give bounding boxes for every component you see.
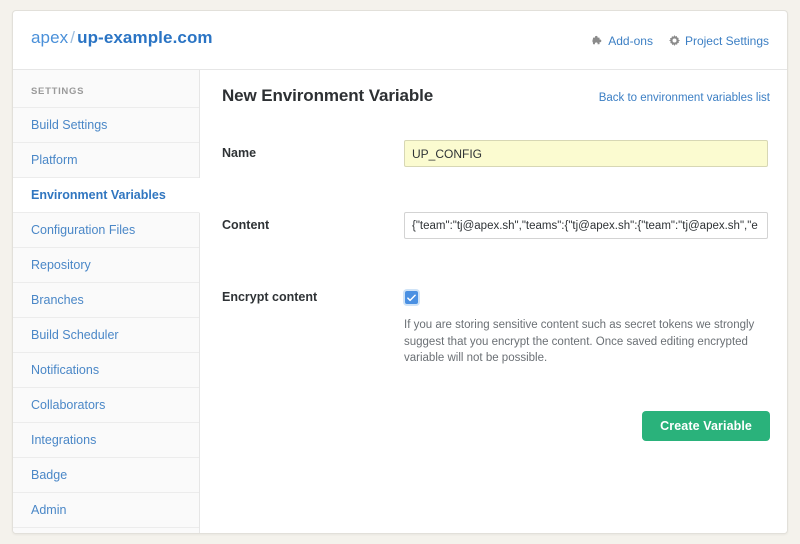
settings-sidebar: SETTINGS Build Settings Platform Environ… <box>13 70 200 533</box>
project-settings-link[interactable]: Project Settings <box>668 33 769 48</box>
create-variable-button[interactable]: Create Variable <box>642 410 770 441</box>
sidebar-item-repository[interactable]: Repository <box>13 248 199 283</box>
form-row-encrypt: Encrypt content If you are storing sensi… <box>222 284 770 367</box>
addons-link[interactable]: Add-ons <box>592 34 653 48</box>
sidebar-item-configuration-files[interactable]: Configuration Files <box>13 213 199 248</box>
name-label: Name <box>222 146 257 160</box>
encrypt-content-checkbox[interactable] <box>405 291 418 304</box>
sidebar-heading: SETTINGS <box>13 70 199 108</box>
addons-link-label: Add-ons <box>608 33 653 48</box>
sidebar-item-branches[interactable]: Branches <box>13 283 199 318</box>
breadcrumb: apex / up-example.com <box>31 28 213 48</box>
sidebar-item-admin[interactable]: Admin <box>13 493 199 528</box>
form-row-content: Content <box>222 212 770 239</box>
gear-icon <box>668 35 680 46</box>
encrypt-field-control: If you are storing sensitive content suc… <box>404 284 770 367</box>
form-actions: Create Variable <box>222 410 770 441</box>
main-content: New Environment Variable Back to environ… <box>200 70 787 533</box>
breadcrumb-separator: / <box>70 28 76 47</box>
body: SETTINGS Build Settings Platform Environ… <box>13 70 787 533</box>
content-field-control <box>404 212 770 239</box>
header-actions: Add-ons Project Settings <box>592 11 769 70</box>
page-title: New Environment Variable <box>222 86 434 105</box>
app-header: apex / up-example.com Add-ons Project Se… <box>13 11 787 70</box>
breadcrumb-project[interactable]: up-example.com <box>77 28 213 47</box>
breadcrumb-org[interactable]: apex <box>31 28 68 47</box>
app-card: apex / up-example.com Add-ons Project Se… <box>12 10 788 534</box>
sidebar-item-notifications[interactable]: Notifications <box>13 353 199 388</box>
project-settings-link-label: Project Settings <box>684 33 769 48</box>
encrypt-help-text: If you are storing sensitive content suc… <box>404 319 755 364</box>
sidebar-item-environment-variables[interactable]: Environment Variables <box>13 178 200 213</box>
sidebar-item-platform[interactable]: Platform <box>13 143 199 178</box>
environment-variable-form: Name Content Encrypt content <box>222 140 770 367</box>
name-field-control <box>404 140 770 167</box>
back-to-list-link[interactable]: Back to environment variables list <box>599 92 770 104</box>
content-input[interactable] <box>404 212 768 239</box>
sidebar-item-build-scheduler[interactable]: Build Scheduler <box>13 318 199 353</box>
name-input[interactable] <box>404 140 768 167</box>
main-header: New Environment Variable Back to environ… <box>222 70 770 116</box>
sidebar-item-collaborators[interactable]: Collaborators <box>13 388 199 423</box>
sidebar-item-badge[interactable]: Badge <box>13 458 199 493</box>
sidebar-item-integrations[interactable]: Integrations <box>13 423 199 458</box>
encrypt-content-label: Encrypt content <box>222 290 318 304</box>
puzzle-piece-icon <box>592 35 603 46</box>
content-label: Content <box>222 218 270 232</box>
sidebar-item-build-settings[interactable]: Build Settings <box>13 108 199 143</box>
form-row-name: Name <box>222 140 770 167</box>
